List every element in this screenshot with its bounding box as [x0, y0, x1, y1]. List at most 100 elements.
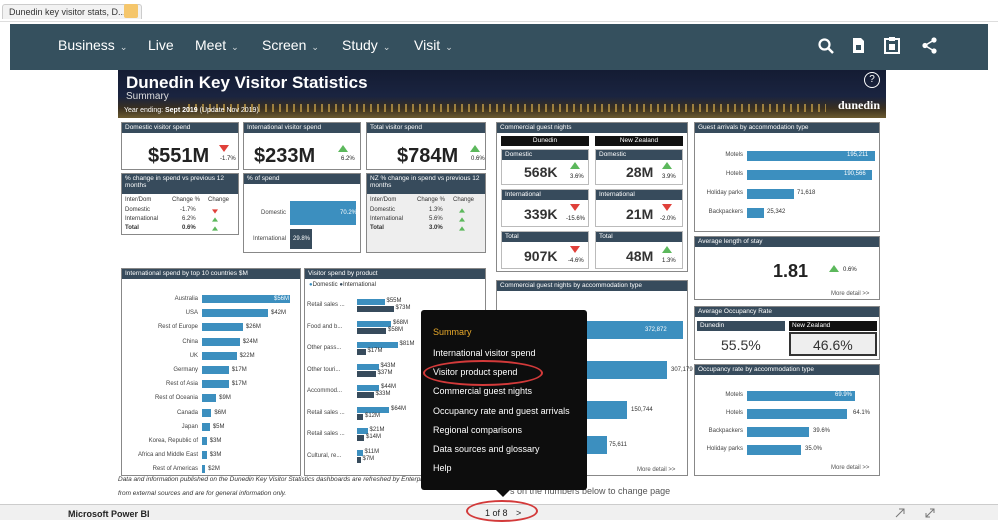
arrivals-bar-backpackers[interactable] [747, 208, 764, 218]
country-bar[interactable] [202, 380, 229, 389]
occupancy-by-type-chart[interactable]: Occupancy rate by accommodation type Mot… [694, 364, 880, 476]
country-label: Australia [174, 296, 198, 302]
product-value: $68M [393, 319, 409, 326]
international-spend-card[interactable]: International visitor spend $233M 6.2% [243, 122, 361, 170]
country-value: $9M [219, 395, 231, 402]
nz-intl-card[interactable]: International 21M -2.0% [595, 189, 683, 227]
product-value: $21M [369, 427, 385, 433]
arrivals-bar-holiday-parks[interactable] [747, 189, 794, 199]
gn-bar-4[interactable] [587, 436, 607, 454]
country-label: USA [185, 310, 198, 317]
gn-bar-1[interactable] [587, 321, 683, 339]
domestic-product-bar[interactable] [357, 320, 391, 327]
country-bar[interactable] [202, 337, 240, 346]
occupancy-bar-hotels[interactable] [747, 409, 847, 419]
domestic-product-bar[interactable] [357, 363, 379, 370]
guest-arrivals-chart[interactable]: Guest arrivals by accommodation type Mot… [694, 122, 880, 232]
international-product-bar[interactable] [357, 413, 363, 420]
international-product-bar[interactable] [357, 349, 366, 355]
menu-item-commercial-guest-nights[interactable]: Commercial guest nights [433, 386, 532, 396]
country-bar[interactable] [202, 437, 207, 445]
report-banner: Dunedin Key Visitor Statistics Summary Y… [118, 70, 886, 118]
international-product-bar[interactable] [357, 392, 374, 398]
panel-title: Commercial guest nights [497, 123, 687, 133]
pct-of-spend-chart[interactable]: % of spend Domestic 70.2% International … [243, 173, 361, 253]
international-product-bar[interactable] [357, 306, 394, 312]
menu-item-data-sources[interactable]: Data sources and glossary [433, 444, 540, 454]
international-product-bar[interactable] [357, 327, 386, 334]
nav-business[interactable]: Business ⌄ [58, 37, 127, 53]
country-label: Rest of Americas [152, 466, 198, 473]
domestic-product-bar[interactable] [357, 299, 385, 305]
nz-domestic-card[interactable]: Domestic 28M 3.9% [595, 149, 683, 185]
country-bar[interactable] [202, 351, 237, 360]
share-report-icon[interactable] [895, 508, 905, 518]
occupancy-card[interactable]: Average Occupancy Rate Dunedin New Zeala… [694, 306, 880, 360]
search-icon[interactable] [818, 38, 834, 54]
country-label: Rest of Europe [157, 324, 198, 331]
country-bar[interactable] [202, 394, 217, 403]
international-product-bar[interactable] [357, 456, 361, 463]
menu-item-regional-comparisons[interactable]: Regional comparisons [433, 425, 522, 435]
menu-item-summary[interactable]: Summary [433, 327, 472, 337]
gn-bar-3[interactable] [587, 401, 627, 419]
chart-legend: ●Domestic ●International [309, 282, 376, 288]
country-bar[interactable] [202, 422, 210, 431]
total-spend-card[interactable]: Total visitor spend $784M 0.6% [366, 122, 486, 170]
change-pct: -1.7% [220, 156, 236, 162]
more-detail-link[interactable]: More detail >> [831, 465, 869, 471]
menu-item-help[interactable]: Help [433, 463, 452, 473]
nav-screen[interactable]: Screen ⌄ [262, 37, 319, 53]
dunedin-intl-card[interactable]: International 339K -15.6% [501, 189, 589, 227]
highlight-ring [466, 500, 538, 522]
document-icon[interactable] [852, 37, 865, 54]
report-title: Dunedin Key Visitor Statistics [126, 73, 368, 92]
country-bar[interactable] [202, 408, 212, 417]
nav-visit[interactable]: Visit ⌄ [414, 37, 453, 53]
country-label: Japan [181, 423, 198, 430]
nz-total-card[interactable]: Total 48M 1.3% [595, 231, 683, 269]
help-icon[interactable]: ? [864, 72, 880, 88]
international-product-bar[interactable] [357, 435, 364, 441]
product-label: Accommod... [307, 388, 343, 394]
nav-meet[interactable]: Meet ⌄ [195, 37, 239, 53]
menu-item-international-visitor-spend[interactable]: International visitor spend [433, 348, 536, 358]
nav-live[interactable]: Live [148, 37, 174, 53]
page-navigation-menu: Summary International visitor spend Visi… [421, 310, 587, 497]
gn-bar-2[interactable] [587, 361, 667, 379]
share-icon[interactable] [922, 37, 938, 54]
occupancy-bar-backpackers[interactable] [747, 427, 809, 437]
powerbi-brand: Microsoft Power BI [68, 509, 150, 519]
browser-tab[interactable]: Dunedin key visitor stats, D...× [2, 4, 142, 19]
fullscreen-icon[interactable] [925, 508, 935, 518]
dunedin-domestic-card[interactable]: Domestic 568K 3.6% [501, 149, 589, 185]
dunedin-total-card[interactable]: Total 907K -4.6% [501, 231, 589, 269]
product-value: $14M [366, 434, 382, 440]
product-label: Other pass... [307, 345, 342, 351]
length-of-stay-card[interactable]: Average length of stay 1.81 0.6% More de… [694, 236, 880, 300]
chevron-down-icon: ⌄ [445, 42, 453, 52]
panel-title: Commercial guest nights by accommodation… [497, 281, 687, 291]
product-value: $7M [362, 455, 375, 462]
country-bar[interactable] [202, 465, 206, 474]
country-bar[interactable] [202, 309, 268, 318]
domestic-spend-card[interactable]: Domestic visitor spend $551M -1.7% [121, 122, 239, 170]
country-bar[interactable] [202, 451, 207, 460]
occupancy-bar-holiday-parks[interactable] [747, 445, 801, 455]
more-detail-link[interactable]: More detail >> [831, 291, 869, 297]
product-value: $81M [399, 341, 415, 347]
international-product-bar[interactable] [357, 370, 376, 377]
nav-study[interactable]: Study ⌄ [342, 37, 390, 53]
country-bar[interactable] [202, 323, 243, 332]
card-title: International visitor spend [244, 123, 360, 133]
chevron-down-icon: ⌄ [311, 42, 319, 52]
product-label: Food and b... [307, 323, 343, 330]
product-label: Retail sales ... [307, 409, 345, 416]
panel-title: Guest arrivals by accommodation type [695, 123, 879, 133]
country-bar[interactable] [202, 366, 229, 374]
more-detail-link[interactable]: More detail >> [637, 467, 675, 473]
clipboard-icon[interactable] [884, 37, 900, 54]
intl-spend-by-country-chart[interactable]: International spend by top 10 countries … [121, 268, 301, 476]
menu-item-occupancy-rate[interactable]: Occupancy rate and guest arrivals [433, 406, 570, 416]
new-tab-button[interactable] [124, 4, 138, 18]
